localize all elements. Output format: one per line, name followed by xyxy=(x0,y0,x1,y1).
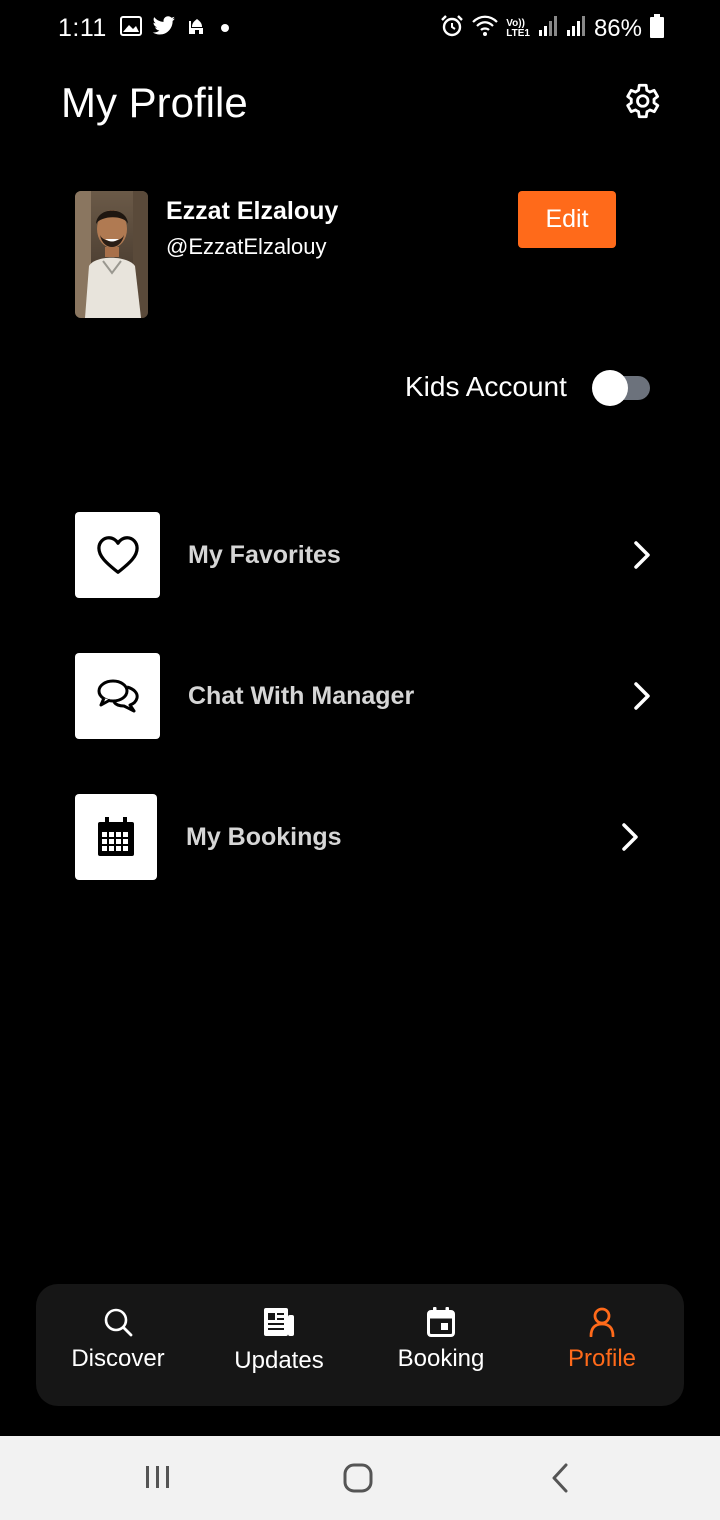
nav-label: Updates xyxy=(234,1347,324,1374)
back-button[interactable] xyxy=(548,1462,572,1499)
nav-tab-profile[interactable]: Profile xyxy=(556,1284,648,1406)
recent-apps-button[interactable] xyxy=(143,1462,173,1497)
toggle-knob xyxy=(592,370,628,406)
menu-item-bookings[interactable]: My Bookings xyxy=(75,794,655,880)
battery-icon xyxy=(650,14,664,43)
twitter-icon xyxy=(152,16,176,36)
chat-bubbles-icon xyxy=(97,679,139,713)
edit-profile-button[interactable]: Edit xyxy=(518,191,616,248)
home-icon xyxy=(343,1463,373,1493)
menu-item-label: My Bookings xyxy=(186,823,342,851)
newspaper-icon xyxy=(264,1308,294,1336)
volte-label-bottom: LTE1 xyxy=(506,27,530,39)
battery-percent: 86% xyxy=(593,14,642,42)
nav-label: Profile xyxy=(567,1345,637,1372)
page-title: My Profile xyxy=(61,79,248,126)
nav-tab-booking[interactable]: Booking xyxy=(393,1284,489,1406)
settings-button[interactable] xyxy=(620,80,662,122)
nav-tab-updates[interactable]: Updates xyxy=(229,1284,329,1406)
menu-icon-box xyxy=(75,512,160,598)
status-time: 1:11 xyxy=(58,14,107,42)
calendar-icon xyxy=(98,817,134,856)
nav-label: Discover xyxy=(71,1345,165,1372)
wifi-icon xyxy=(472,15,499,42)
chevron-right-icon xyxy=(634,682,650,710)
calendar-icon xyxy=(427,1307,455,1337)
signal-icon xyxy=(538,15,558,42)
gear-icon xyxy=(626,83,660,119)
search-icon xyxy=(104,1308,133,1337)
status-system-icons: Vo)) LTE1 86% xyxy=(440,14,664,43)
alarm-icon xyxy=(440,14,464,43)
chevron-right-icon xyxy=(622,823,638,851)
home-button[interactable] xyxy=(342,1462,374,1499)
signal-icon xyxy=(566,15,586,42)
chevron-right-icon xyxy=(634,541,650,569)
nav-tab-discover[interactable]: Discover xyxy=(70,1284,166,1406)
status-bar: 1:11 Vo)) LTE1 86% xyxy=(0,0,720,58)
gallery-icon xyxy=(120,16,142,36)
menu-item-label: My Favorites xyxy=(188,541,341,569)
kids-account-label: Kids Account xyxy=(405,371,567,402)
menu-icon-box xyxy=(75,653,160,739)
back-icon xyxy=(552,1463,568,1493)
menu-item-chat-manager[interactable]: Chat With Manager xyxy=(75,653,655,739)
nav-label: Booking xyxy=(397,1345,485,1372)
avatar[interactable] xyxy=(75,191,148,318)
volte-icon: Vo)) LTE1 xyxy=(506,17,530,39)
volte-label-top: Vo)) xyxy=(506,17,525,29)
system-nav-bar xyxy=(0,1436,720,1520)
status-notification-icons xyxy=(120,16,232,36)
kids-account-toggle[interactable] xyxy=(592,370,650,406)
heart-icon xyxy=(96,536,139,574)
user-icon xyxy=(589,1307,615,1337)
menu-item-favorites[interactable]: My Favorites xyxy=(75,512,655,598)
menu-icon-box xyxy=(75,794,157,880)
dot-icon xyxy=(218,16,232,36)
profile-handle: @EzzatElzalouy xyxy=(166,234,327,259)
menu-item-label: Chat With Manager xyxy=(188,682,415,710)
profile-name: Ezzat Elzalouy xyxy=(166,197,339,225)
recent-apps-icon xyxy=(146,1466,169,1488)
mosque-icon xyxy=(186,16,208,36)
bottom-nav: Discover Updates Booking Profile xyxy=(36,1284,684,1406)
